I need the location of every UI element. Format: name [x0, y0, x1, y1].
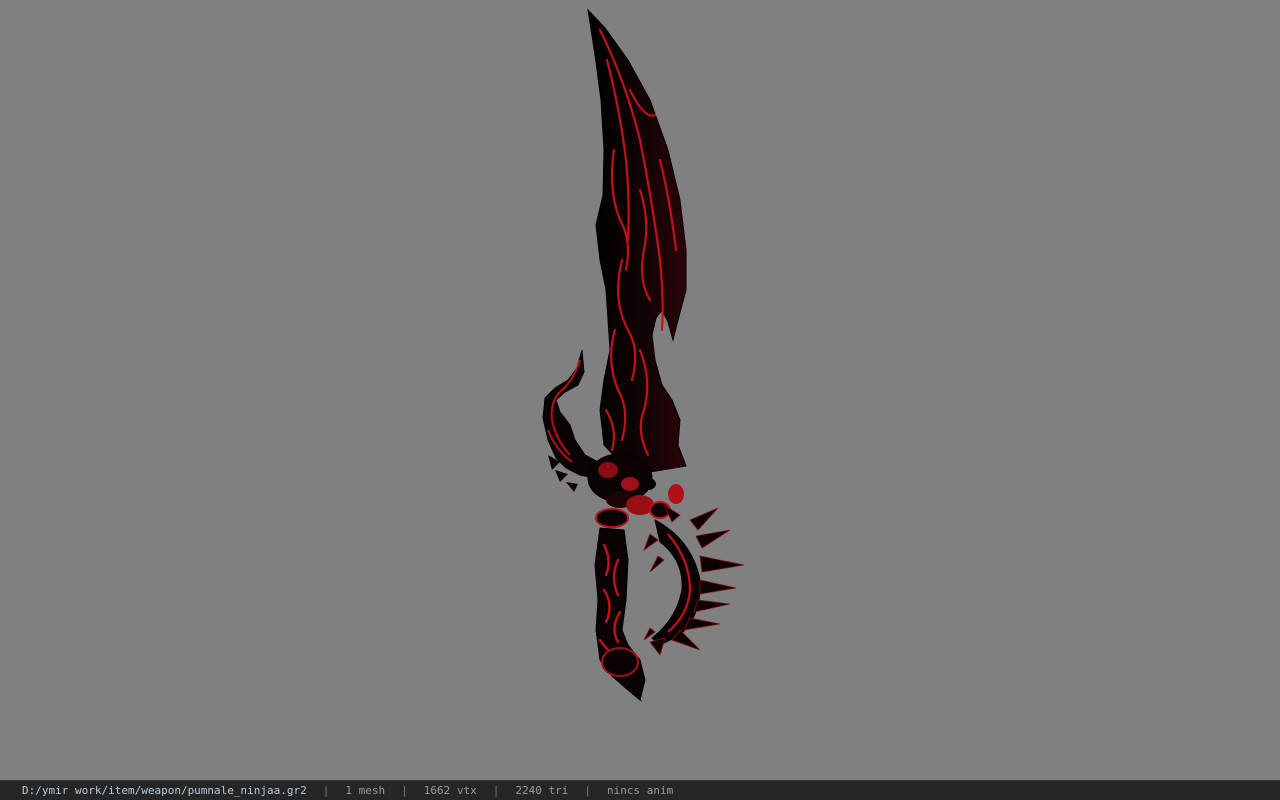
animation-status: nincs anim: [607, 784, 674, 797]
dagger-spiked-guard: [643, 503, 745, 656]
status-separator: |: [401, 784, 408, 797]
file-path: D:/ymir work/item/weapon/pumnale_ninjaa.…: [22, 784, 307, 797]
status-separator: |: [492, 784, 500, 797]
vertex-count: 1662 vtx: [423, 784, 477, 797]
status-separator: |: [322, 784, 330, 797]
dagger-blade: [587, 8, 687, 473]
mesh-count: 1 mesh: [345, 784, 386, 797]
triangle-count: 2240 tri: [515, 784, 569, 797]
dagger-model[interactable]: [0, 0, 1280, 780]
3d-viewport[interactable]: [0, 0, 1280, 780]
status-separator: |: [584, 784, 591, 797]
status-bar: D:/ymir work/item/weapon/pumnale_ninjaa.…: [0, 780, 1280, 800]
